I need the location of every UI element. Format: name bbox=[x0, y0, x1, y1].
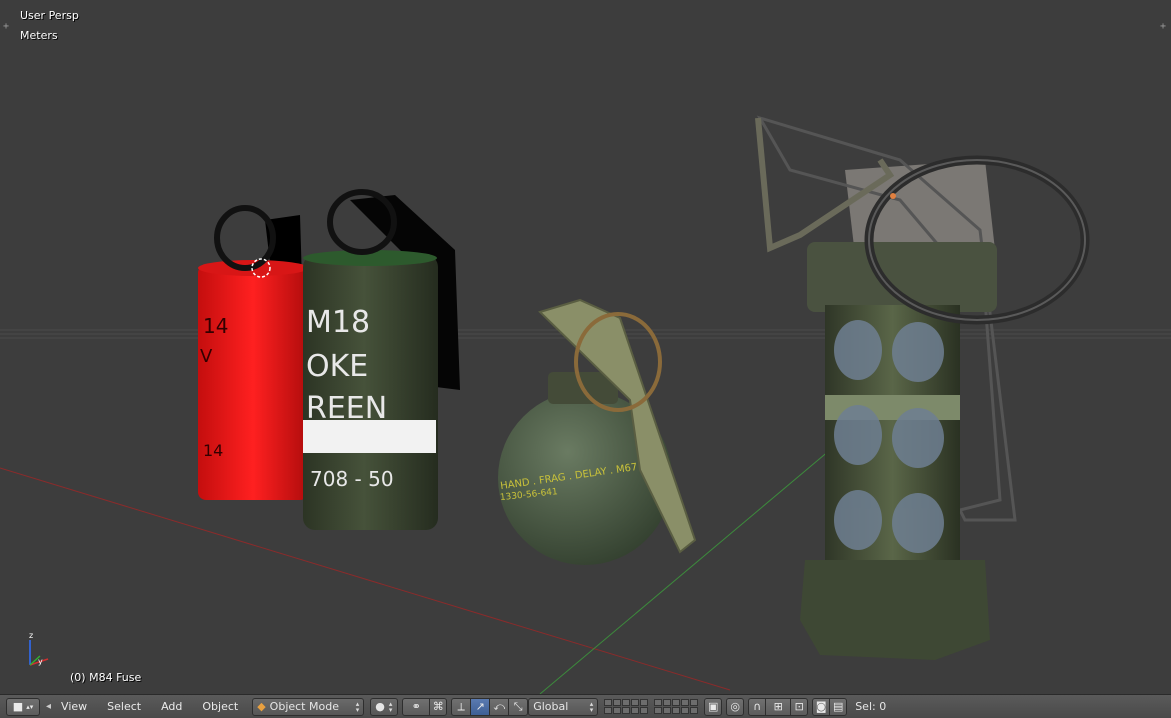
lock-layers-button[interactable]: ▣ bbox=[704, 697, 723, 716]
region-expand-icon-left[interactable]: + bbox=[1, 22, 11, 32]
active-object-label: (0) M84 Fuse bbox=[70, 671, 142, 684]
svg-text:y: y bbox=[38, 657, 43, 666]
smoke-label-2: OKE bbox=[306, 349, 368, 384]
mode-label: Object Mode bbox=[269, 700, 339, 713]
object-mode-icon: ◆ bbox=[257, 700, 266, 713]
menu-select[interactable]: Select bbox=[97, 698, 151, 716]
transform-manipulator-button[interactable]: ⟂ bbox=[451, 697, 472, 716]
pivot-icon: ⚭ bbox=[411, 700, 421, 713]
smoke-label-3: REEN bbox=[306, 391, 387, 426]
svg-text:z: z bbox=[29, 631, 33, 640]
rotate-manipulator-button[interactable]: ⤺ bbox=[489, 697, 510, 716]
snap-toggle[interactable]: ∩ bbox=[748, 697, 767, 716]
snap-element-selector[interactable]: ⊞ bbox=[765, 697, 792, 716]
3d-viewport[interactable]: 14 V 14 M18 OKE REEN 708 - 50 HAND . FRA… bbox=[0, 0, 1171, 694]
m18-smoke-grenade[interactable]: M18 OKE REEN 708 - 50 bbox=[303, 189, 460, 530]
scene-layers-group-2[interactable] bbox=[654, 699, 699, 714]
m84-stun-grenade[interactable] bbox=[755, 115, 1090, 660]
smoke-code: 708 - 50 bbox=[310, 467, 394, 491]
magnet-icon: ∩ bbox=[753, 700, 762, 713]
axes-icon: ⟂ bbox=[457, 699, 465, 713]
snap-increment-icon: ⊞ bbox=[773, 700, 783, 713]
mode-selector[interactable]: ◆ Object Mode ▴ ▾ bbox=[252, 697, 365, 716]
red-label-bottom: 14 bbox=[203, 441, 223, 460]
opengl-render-button[interactable]: ◙ bbox=[812, 697, 831, 716]
units-label: Meters bbox=[20, 29, 58, 42]
updown-arrow-icon: ▴▾ bbox=[589, 699, 594, 714]
scene-canvas[interactable]: 14 V 14 M18 OKE REEN 708 - 50 HAND . FRA… bbox=[0, 0, 1171, 694]
scene-layers-group-1[interactable] bbox=[604, 699, 649, 714]
clapperboard-icon: ▤ bbox=[833, 700, 844, 713]
shading-sphere-icon: ● bbox=[375, 700, 385, 713]
m67-frag-grenade[interactable]: HAND . FRAG . DELAY . M67 1330-56-641 bbox=[498, 298, 697, 565]
manipulator-toggle[interactable]: ⌘ bbox=[429, 697, 448, 716]
arrow-icon: ↗ bbox=[475, 700, 485, 713]
orientation-label: Global bbox=[533, 700, 569, 713]
menu-view[interactable]: View bbox=[51, 698, 97, 716]
layer-lock-icon: ▣ bbox=[708, 700, 719, 713]
region-expand-icon-right[interactable]: + bbox=[1158, 22, 1168, 32]
cube-icon: ■ bbox=[12, 700, 24, 713]
pivot-point-selector[interactable]: ⚭ bbox=[402, 697, 431, 716]
viewport-shading-selector[interactable]: ● ▴ ▾ bbox=[370, 697, 399, 716]
rotate-icon: ⤺ bbox=[493, 699, 506, 713]
axis-gizmo: z y bbox=[29, 631, 49, 666]
smoke-label-1: M18 bbox=[306, 305, 370, 340]
snap-target-button[interactable]: ⊡ bbox=[790, 697, 809, 716]
manipulator-icon: ⌘ bbox=[432, 700, 444, 713]
snap-target-icon: ⊡ bbox=[794, 700, 804, 713]
scale-icon: ⤡ bbox=[513, 699, 523, 713]
proportional-editing-button[interactable]: ◎ bbox=[726, 697, 745, 716]
updown-arrow-icon: ▴▾ bbox=[355, 699, 360, 714]
updown-arrow-icon: ▴▾ bbox=[388, 699, 393, 714]
view-name-label: User Persp bbox=[20, 9, 79, 22]
proportional-icon: ◎ bbox=[730, 700, 740, 713]
opengl-animation-button[interactable]: ▤ bbox=[829, 697, 848, 716]
red-label-top: 14 bbox=[203, 314, 228, 338]
menu-add[interactable]: Add bbox=[151, 698, 192, 716]
selection-status: Sel: 0 bbox=[855, 700, 887, 713]
translate-manipulator-button[interactable]: ↗ bbox=[470, 697, 491, 716]
transform-orientation-selector[interactable]: Global ▴ ▾ bbox=[528, 697, 599, 716]
editor-type-button[interactable]: ■ ▴▾ bbox=[6, 697, 40, 716]
menu-object[interactable]: Object bbox=[192, 698, 248, 716]
updown-arrow-icon: ▴▾ bbox=[26, 702, 34, 711]
camera-icon: ◙ bbox=[815, 700, 827, 713]
scale-manipulator-button[interactable]: ⤡ bbox=[508, 697, 529, 716]
red-smoke-grenade[interactable]: 14 V 14 bbox=[198, 205, 308, 500]
red-label-mid: V bbox=[200, 346, 213, 367]
3d-view-header: ■ ▴▾ ◂ View Select Add Object ◆ Object Mo… bbox=[0, 694, 1171, 718]
